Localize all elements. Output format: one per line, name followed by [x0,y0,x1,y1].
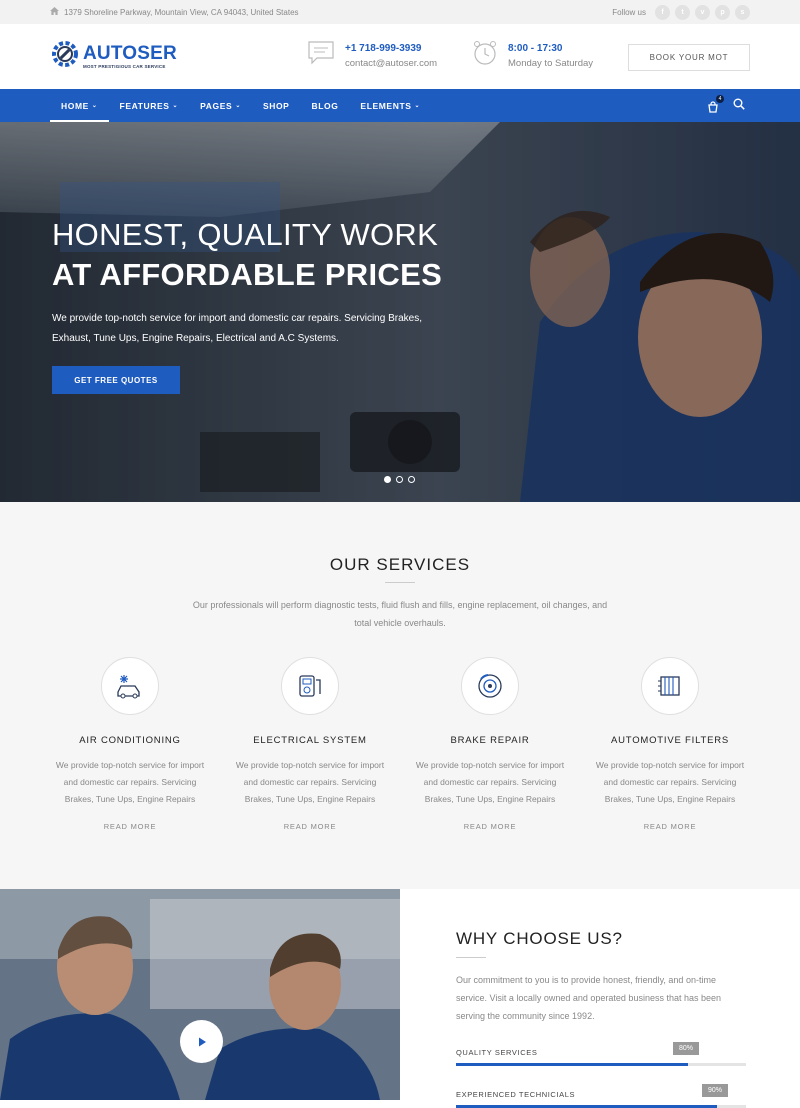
skill-bar-quality: QUALITY SERVICES 80% [456,1042,746,1066]
hours-text: 8:00 - 17:30 [508,42,563,54]
why-choose-us-section: WHY CHOOSE US? Our commitment to you is … [0,889,800,1108]
service-title: BRAKE REPAIR [450,735,530,746]
service-card: BRAKE REPAIR We provide top-notch servic… [400,657,580,831]
get-free-quotes-button[interactable]: GET FREE QUOTES [52,366,180,394]
divider [385,582,415,583]
twitter-icon[interactable]: t [675,4,690,20]
pinterest-icon[interactable]: p [715,4,730,20]
days-text: Monday to Saturday [508,57,594,69]
main-nav: HOME ⌄ FEATURES ⌄ PAGES ⌄ SHOP BLOG ELEMENT… [0,89,800,122]
skype-icon[interactable]: s [735,4,750,20]
why-text: Our commitment to you is to provide hone… [456,975,721,1021]
service-title: ELECTRICAL SYSTEM [253,735,367,746]
logo[interactable]: AUTOSER MOST PRESTIGIOUS CAR SERVICE [50,39,177,74]
nav-label: BLOG [311,100,339,111]
why-title: WHY CHOOSE US? [456,929,623,948]
skill-bar-experienced: EXPERIENCED TECHNICIALS 90% [456,1084,746,1108]
mechanics-photo [0,889,400,1100]
clock-icon [472,40,498,71]
vimeo-icon[interactable]: v [695,4,710,20]
cart-count-badge: 4 [716,94,724,103]
nav-item-shop[interactable]: SHOP [252,89,301,122]
top-bar: 1379 Shoreline Parkway, Mountain View, C… [0,0,800,24]
nav-item-features[interactable]: FEATURES ⌄ [109,89,190,122]
service-text: We provide top-notch service for import … [55,760,205,804]
contact-info: +1 718-999-3939 contact@autoser.com [307,40,437,71]
nav-item-pages[interactable]: PAGES ⌄ [189,89,252,122]
brake-repair-icon [461,657,519,715]
phone-number[interactable]: +1 718-999-3939 [345,43,437,54]
search-icon[interactable] [733,97,745,115]
hero-title-line1: HONEST, QUALITY WORK [52,217,439,252]
read-more-link[interactable]: READ MORE [220,822,400,831]
services-section: OUR SERVICES Our professionals will perf… [0,502,800,889]
home-icon [50,7,59,17]
service-title: AUTOMOTIVE FILTERS [610,735,730,746]
nav-label: SHOP [262,100,290,111]
facebook-icon[interactable]: f [655,4,670,20]
logo-tagline: MOST PRESTIGIOUS CAR SERVICE [83,64,166,69]
nav-label: HOME [61,100,89,111]
slider-dot[interactable] [396,476,403,483]
read-more-link[interactable]: READ MORE [400,822,580,831]
service-card: AUTOMOTIVE FILTERS We provide top-notch … [580,657,760,831]
chat-icon [307,40,335,71]
play-video-button[interactable] [180,1020,223,1063]
slider-dot[interactable] [408,476,415,483]
address-text: 1379 Shoreline Parkway, Mountain View, C… [64,7,299,17]
email-address[interactable]: contact@autoser.com [345,58,437,69]
nav-label: FEATURES [119,100,170,111]
nav-item-home[interactable]: HOME ⌄ [50,89,109,122]
hero-text: We provide top-notch service for import … [52,313,422,344]
service-card: AIR CONDITIONING We provide top-notch se… [40,657,220,831]
services-intro: Our professionals will perform diagnosti… [192,600,608,628]
chevron-down-icon: ⌄ [172,103,179,109]
hero-slider: HONEST, QUALITY WORK AT AFFORDABLE PRICE… [0,122,800,502]
site-header: AUTOSER MOST PRESTIGIOUS CAR SERVICE +1 … [0,24,800,89]
skill-percent: 80% [673,1042,699,1055]
gear-logo-icon [50,39,80,74]
service-text: We provide top-notch service for import … [415,760,565,804]
address: 1379 Shoreline Parkway, Mountain View, C… [50,7,299,17]
automotive-filters-icon [641,657,699,715]
play-icon [198,1037,206,1046]
chevron-down-icon: ⌄ [414,103,421,109]
skill-label: QUALITY SERVICES [456,1048,538,1057]
cart-icon[interactable]: 4 [707,94,724,113]
slider-dots [384,476,415,483]
divider [456,957,486,958]
book-mot-button[interactable]: BOOK YOUR MOT [628,44,750,71]
why-content: WHY CHOOSE US? Our commitment to you is … [400,889,800,1108]
hero-title-line2: AT AFFORDABLE PRICES [52,257,443,292]
electrical-system-icon [281,657,339,715]
nav-item-elements[interactable]: ELEMENTS ⌄ [349,89,431,122]
follow-us-label: Follow us [612,7,646,17]
read-more-link[interactable]: READ MORE [40,822,220,831]
social-links: Follow us f t v p s [612,4,750,20]
chevron-down-icon: ⌄ [235,103,241,109]
nav-item-blog[interactable]: BLOG [300,89,349,122]
nav-label: PAGES [200,100,233,111]
services-title: OUR SERVICES [329,555,471,574]
skill-percent: 90% [702,1084,728,1097]
chevron-down-icon: ⌄ [91,103,98,109]
opening-hours: 8:00 - 17:30 Monday to Saturday [472,40,593,71]
service-card: ELECTRICAL SYSTEM We provide top-notch s… [220,657,400,831]
air-conditioning-icon [101,657,159,715]
service-text: We provide top-notch service for import … [235,760,385,804]
read-more-link[interactable]: READ MORE [580,822,760,831]
slider-dot[interactable] [384,476,391,483]
skill-fill [456,1063,688,1066]
nav-label: ELEMENTS [360,100,412,111]
service-title: AIR CONDITIONING [79,735,181,746]
skill-track: 80% [456,1042,746,1066]
service-text: We provide top-notch service for import … [595,760,745,804]
logo-name: AUTOSER [83,43,177,64]
